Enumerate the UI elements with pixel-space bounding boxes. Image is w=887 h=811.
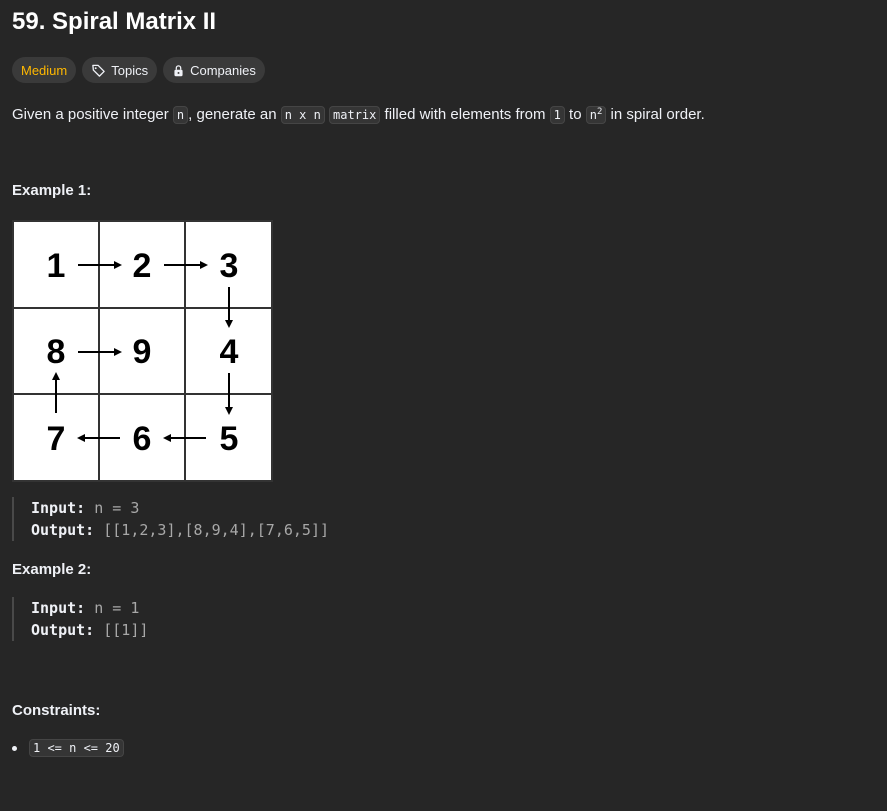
- desc-text: to: [564, 106, 586, 123]
- cell-1-2: 4: [220, 333, 239, 371]
- output-label: Output:: [31, 621, 95, 639]
- cell-0-2: 3: [220, 247, 239, 285]
- companies-label: Companies: [190, 62, 256, 78]
- example-1-block: Input: n = 3 Output: [[1,2,3],[8,9,4],[7…: [12, 497, 329, 541]
- bullet-icon: [12, 745, 17, 751]
- example-1-input: Input: n = 3: [31, 497, 329, 519]
- desc-text: in spiral order.: [606, 106, 705, 123]
- example-2-input: Input: n = 1: [31, 597, 148, 619]
- companies-button[interactable]: Companies: [163, 57, 265, 83]
- code-n-exponent: 2: [596, 107, 603, 117]
- cell-2-1: 6: [133, 420, 152, 458]
- example-1-heading: Example 1:: [12, 182, 92, 199]
- code-one: 1: [549, 106, 565, 124]
- example-2-output: Output: [[1]]: [31, 619, 148, 641]
- code-matrix: matrix: [329, 106, 381, 124]
- desc-text: , generate an: [188, 106, 281, 123]
- input-label: Input:: [31, 499, 86, 517]
- cell-0-1: 2: [133, 247, 152, 285]
- example-2-heading: Example 2:: [12, 561, 92, 578]
- code-n-squared: n2: [585, 106, 607, 124]
- tag-icon: [91, 63, 106, 78]
- cell-1-0: 8: [47, 333, 66, 371]
- tag-bar: Medium Topics Companies: [12, 57, 265, 83]
- cell-1-1: 9: [133, 333, 152, 371]
- code-n-base: n: [589, 108, 597, 122]
- example-2-block: Input: n = 1 Output: [[1]]: [12, 597, 148, 641]
- output-value: [[1]]: [103, 621, 149, 639]
- input-value: n = 3: [94, 499, 140, 517]
- cell-0-0: 1: [47, 247, 66, 285]
- constraint-code: 1 <= n <= 20: [29, 739, 124, 757]
- output-label: Output:: [31, 521, 95, 539]
- constraint-item: 1 <= n <= 20: [12, 739, 124, 757]
- lock-icon: [172, 64, 185, 77]
- cell-2-2: 5: [220, 420, 239, 458]
- topics-button[interactable]: Topics: [82, 57, 158, 83]
- output-value: [[1,2,3],[8,9,4],[7,6,5]]: [103, 521, 330, 539]
- input-value: n = 1: [94, 599, 140, 617]
- difficulty-badge: Medium: [12, 57, 77, 83]
- example-1-output: Output: [[1,2,3],[8,9,4],[7,6,5]]: [31, 519, 329, 541]
- spiral-matrix-figure: 1 2 3 8 9 4 7 6 5: [12, 220, 273, 482]
- desc-text: Given a positive integer: [12, 106, 173, 123]
- problem-title: 59. Spiral Matrix II: [12, 8, 217, 35]
- cell-2-0: 7: [47, 420, 66, 458]
- input-label: Input:: [31, 599, 86, 617]
- code-n-x-n: n x n: [280, 106, 325, 124]
- difficulty-label: Medium: [21, 62, 68, 78]
- code-n: n: [172, 106, 189, 124]
- problem-description: Given a positive integer n, generate an …: [12, 101, 705, 126]
- desc-text: filled with elements from: [380, 106, 550, 123]
- constraints-heading: Constraints:: [12, 702, 101, 719]
- spiral-matrix-svg: 1 2 3 8 9 4 7 6 5: [12, 220, 273, 482]
- topics-label: Topics: [111, 62, 149, 78]
